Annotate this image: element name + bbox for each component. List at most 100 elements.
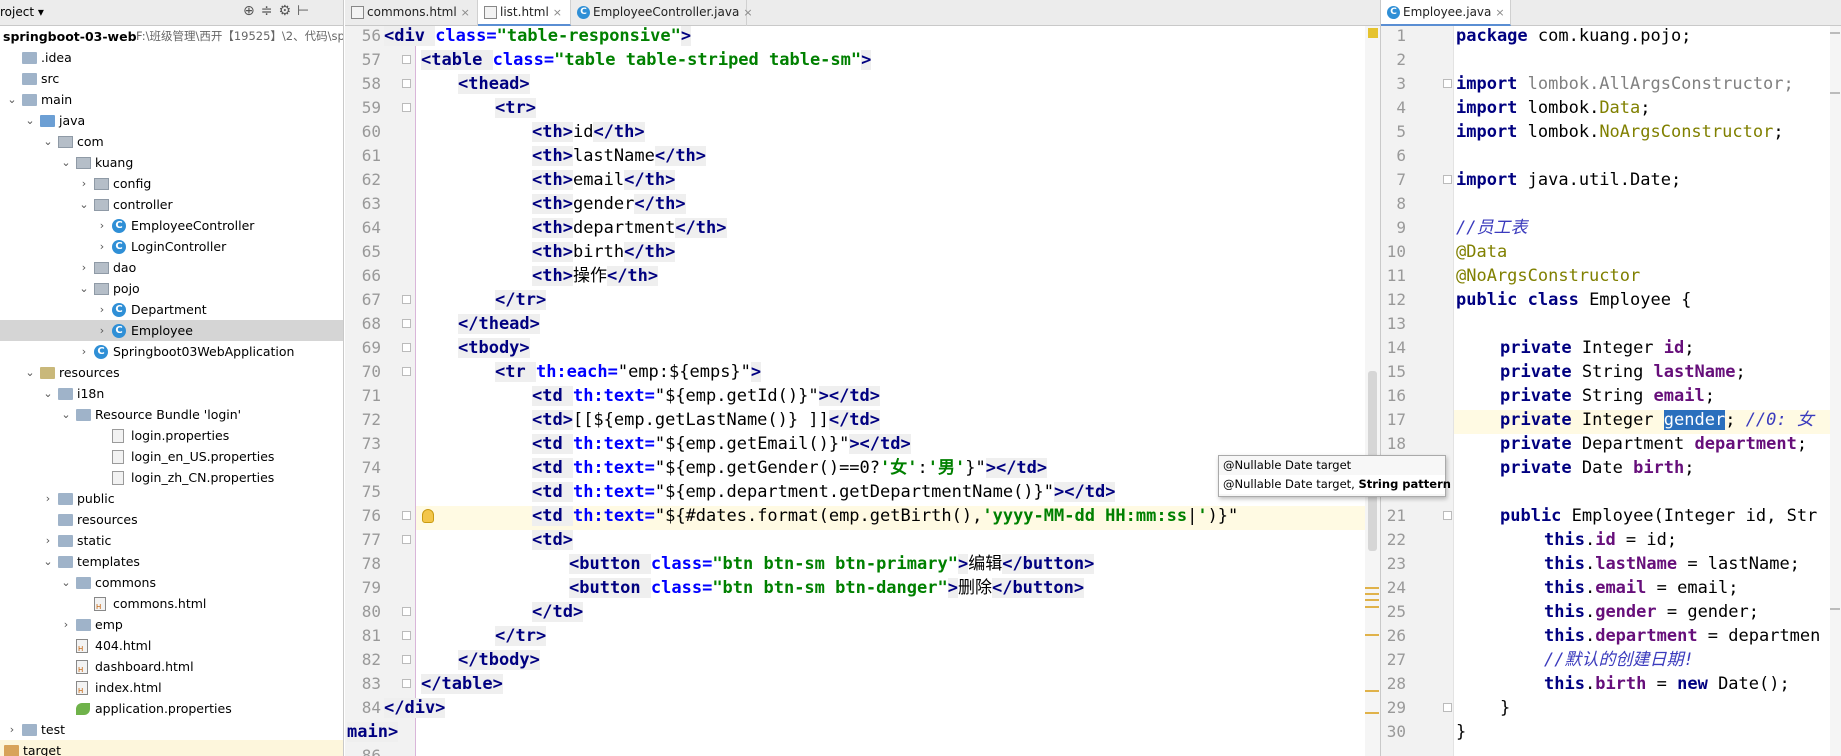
chevron-right-icon[interactable]: › — [78, 257, 90, 278]
code-line[interactable]: import lombok.NoArgsConstructor; — [1456, 120, 1784, 144]
fold-marker-icon[interactable] — [1443, 79, 1452, 88]
code-line[interactable]: } — [1456, 720, 1466, 744]
code-line[interactable]: </td> — [532, 600, 584, 624]
code-line[interactable]: <th>department</th> — [532, 216, 727, 240]
error-stripe-marker[interactable] — [1830, 608, 1840, 610]
chevron-down-icon[interactable]: ⌄ — [60, 152, 72, 173]
code-line[interactable]: <th>id</th> — [532, 120, 645, 144]
code-line[interactable]: <th>gender</th> — [532, 192, 686, 216]
code-line[interactable]: //默认的创建日期! — [1544, 648, 1694, 672]
close-icon[interactable]: × — [743, 6, 752, 19]
error-stripe-marker[interactable] — [1830, 32, 1840, 34]
tree-item-application-properties[interactable]: application.properties — [0, 698, 343, 719]
tree-item-target[interactable]: ›target — [0, 740, 343, 756]
parameter-info-item[interactable]: @Nullable Date target — [1219, 456, 1445, 475]
tree-item-index-html[interactable]: index.html — [0, 677, 343, 698]
fold-marker-icon[interactable] — [1443, 511, 1452, 520]
code-line[interactable]: public class Employee { — [1456, 288, 1691, 312]
left-editor[interactable]: 56 <div class="table-responsive"> 57 <table… — [345, 26, 1380, 756]
code-line[interactable]: </tr> — [495, 624, 547, 648]
tree-item-main[interactable]: ⌄ main — [0, 89, 343, 110]
chevron-down-icon[interactable]: ⌄ — [24, 110, 36, 131]
code-line[interactable]: </div> — [384, 696, 446, 720]
warning-indicator-icon[interactable] — [1368, 28, 1378, 38]
code-line[interactable]: } — [1500, 696, 1510, 720]
error-stripe-marker[interactable] — [1365, 599, 1379, 601]
tree-item-resources[interactable]: ⌄ resources — [0, 362, 343, 383]
tree-item-login-zh-cn-properties[interactable]: login_zh_CN.properties — [0, 467, 343, 488]
right-editor[interactable]: 1 package com.kuang.pojo; 2 3 import lombok.… — [1381, 26, 1841, 756]
fold-marker-icon[interactable] — [402, 367, 411, 376]
hide-icon[interactable]: ⊢ — [297, 3, 315, 19]
error-stripe-marker[interactable] — [1830, 92, 1840, 94]
code-line[interactable]: <td th:text="${#dates.format(emp.getBirt… — [532, 504, 1238, 528]
tree-item-com[interactable]: ⌄ com — [0, 131, 343, 152]
code-line[interactable]: <td th:text="${emp.getId()}"></td> — [532, 384, 881, 408]
left-editor-scrollbar[interactable] — [1365, 26, 1380, 756]
code-line[interactable]: <tr th:each="emp:${emps}"> — [495, 360, 762, 384]
right-editor-scrollbar[interactable] — [1830, 26, 1841, 756]
code-line[interactable]: import java.util.Date; — [1456, 168, 1681, 192]
intention-bulb-icon[interactable] — [422, 509, 434, 523]
code-line[interactable]: </thead> — [458, 312, 540, 336]
tree-item-department[interactable]: › C Department — [0, 299, 343, 320]
code-line[interactable]: //员工表 — [1456, 216, 1527, 240]
code-line[interactable]: this.department = departmen — [1544, 624, 1820, 648]
chevron-down-icon[interactable]: ⌄ — [60, 572, 72, 593]
chevron-right-icon[interactable]: › — [6, 719, 18, 740]
error-stripe-marker[interactable] — [1365, 593, 1379, 595]
fold-marker-icon[interactable] — [402, 79, 411, 88]
code-line[interactable]: package com.kuang.pojo; — [1456, 26, 1691, 48]
code-line[interactable]: <td> — [532, 528, 573, 552]
code-line[interactable]: main> — [347, 720, 399, 744]
settings-gear-icon[interactable]: ⚙ — [278, 3, 297, 19]
code-line[interactable]: this.birth = new Date(); — [1544, 672, 1790, 696]
code-line[interactable]: <button class="btn btn-sm btn-danger">删除… — [569, 576, 1085, 600]
fold-marker-icon[interactable] — [402, 319, 411, 328]
fold-marker-icon[interactable] — [402, 607, 411, 616]
code-line[interactable]: <td>[[${emp.getLastName()} ]]</td> — [532, 408, 881, 432]
tree-item-logincontroller[interactable]: › C LoginController — [0, 236, 343, 257]
chevron-down-icon[interactable]: ⌄ — [42, 383, 54, 404]
tree-item-404-html[interactable]: 404.html — [0, 635, 343, 656]
tree-item-employee[interactable]: › C Employee — [0, 320, 343, 341]
code-line[interactable]: <th>操作</th> — [532, 264, 659, 288]
error-stripe-marker[interactable] — [1365, 634, 1379, 636]
chevron-right-icon[interactable]: › — [96, 320, 108, 341]
error-stripe-marker[interactable] — [1365, 690, 1379, 692]
tree-item-static[interactable]: › static — [0, 530, 343, 551]
code-line[interactable]: </tr> — [495, 288, 547, 312]
tab-commons-html[interactable]: commons.html × — [345, 0, 478, 26]
chevron-right-icon[interactable]: › — [78, 341, 90, 362]
locate-icon[interactable]: ⊕ — [243, 3, 261, 19]
code-line[interactable]: private Department department; — [1500, 432, 1807, 456]
code-line[interactable]: </tbody> — [458, 648, 540, 672]
code-line[interactable]: this.id = id; — [1544, 528, 1677, 552]
error-stripe-marker[interactable] — [1365, 712, 1379, 714]
fold-marker-icon[interactable] — [402, 535, 411, 544]
close-icon[interactable]: × — [1495, 6, 1504, 19]
tree-item-commons[interactable]: ⌄ commons — [0, 572, 343, 593]
tree-item-login-en-us-properties[interactable]: login_en_US.properties — [0, 446, 343, 467]
code-line[interactable]: public Employee(Integer id, Str — [1500, 504, 1817, 528]
error-stripe-marker[interactable] — [1365, 587, 1379, 589]
code-line[interactable]: </table> — [421, 672, 503, 696]
code-line[interactable]: private Integer gender; //0: 女 — [1500, 408, 1814, 432]
code-line[interactable]: import lombok.AllArgsConstructor; — [1456, 72, 1794, 96]
fold-marker-icon[interactable] — [402, 343, 411, 352]
tree-item-resources[interactable]: resources — [0, 509, 343, 530]
tab-list-html[interactable]: list.html × — [478, 0, 571, 26]
chevron-down-icon[interactable]: ⌄ — [24, 362, 36, 383]
fold-marker-icon[interactable] — [1443, 703, 1452, 712]
tree-item-employeecontroller[interactable]: › C EmployeeController — [0, 215, 343, 236]
code-line[interactable]: <th>email</th> — [532, 168, 676, 192]
fold-marker-icon[interactable] — [402, 655, 411, 664]
tree-item-springboot03webapplication[interactable]: › C Springboot03WebApplication — [0, 341, 343, 362]
tree-item-java[interactable]: ⌄ java — [0, 110, 343, 131]
tab-employeecontroller-java[interactable]: C EmployeeController.java × — [571, 0, 753, 26]
tree-item-templates[interactable]: ⌄ templates — [0, 551, 343, 572]
close-icon[interactable]: × — [553, 6, 562, 19]
code-line[interactable]: <table class="table table-striped table-… — [421, 48, 872, 72]
collapse-icon[interactable]: ≑ — [261, 3, 279, 19]
tree-item-dao[interactable]: › dao — [0, 257, 343, 278]
